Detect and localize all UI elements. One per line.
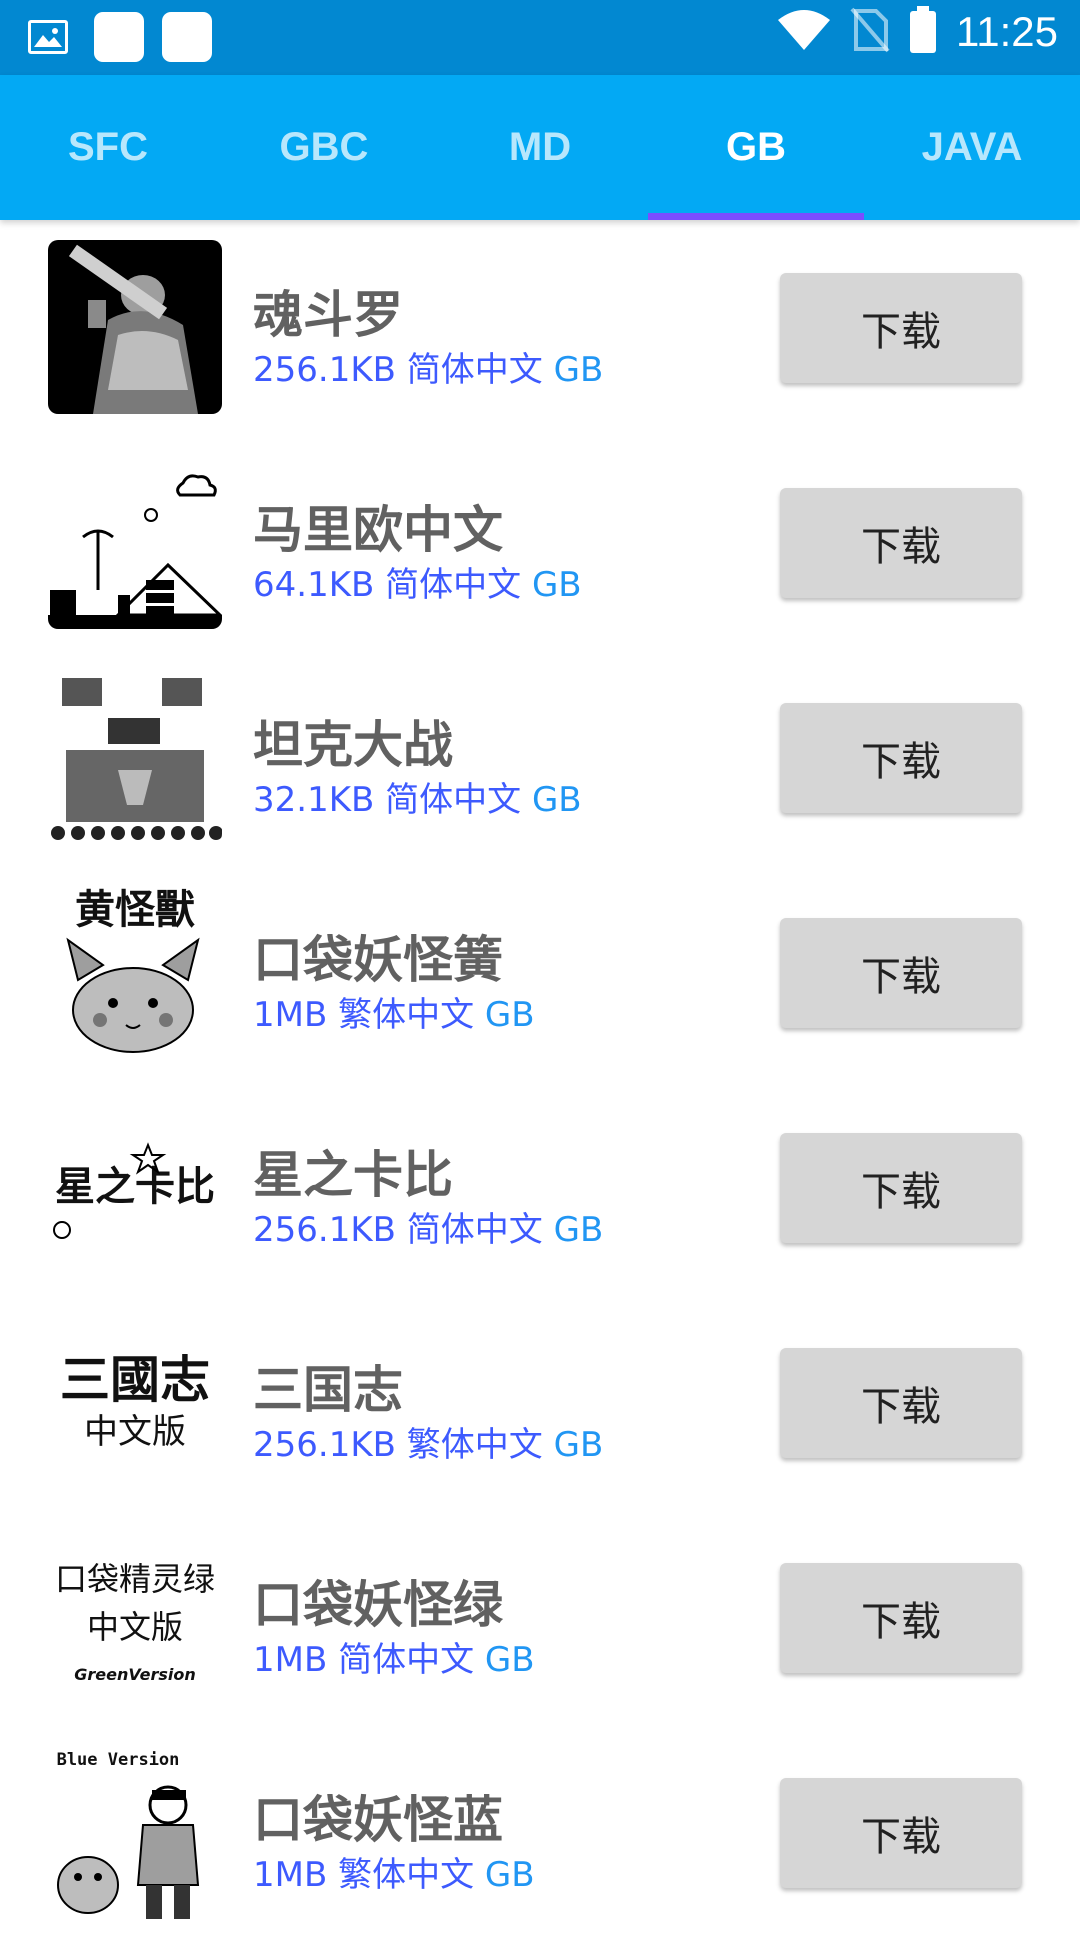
- download-button[interactable]: 下载: [780, 273, 1022, 383]
- language: 简体中文: [385, 565, 522, 605]
- file-size: 1MB: [253, 1855, 328, 1895]
- no-sim-icon: [850, 7, 890, 57]
- game-thumbnail: Blue Version: [48, 1745, 222, 1919]
- file-size: 256.1KB: [253, 350, 396, 390]
- game-title: 星之卡比: [253, 1146, 453, 1204]
- status-bar: 11:25: [0, 0, 1080, 75]
- game-thumbnail: 口袋精灵绿 中文版 GreenVersion: [48, 1530, 222, 1704]
- wifi-icon: [776, 8, 832, 56]
- language: 简体中文: [406, 350, 543, 390]
- language: 简体中文: [385, 780, 522, 820]
- list-item[interactable]: 马里欧中文 64.1KB 简体中文 GB 下载: [0, 435, 1080, 650]
- download-button[interactable]: 下载: [780, 488, 1022, 598]
- file-size: 256.1KB: [253, 1210, 396, 1250]
- file-size: 1MB: [253, 1640, 328, 1680]
- thumbnail-text: 口袋精灵绿: [55, 1560, 215, 1598]
- game-thumbnail: [48, 455, 222, 629]
- list-item[interactable]: 星之卡比 星之卡比 256.1KB 简体中文 GB 下载: [0, 1080, 1080, 1295]
- thumbnail-text: 黄怪獸: [75, 887, 195, 933]
- game-meta: 64.1KB 简体中文 GB: [253, 557, 582, 606]
- tab-gbc[interactable]: GBC: [216, 75, 432, 220]
- tab-java[interactable]: JAVA: [864, 75, 1080, 220]
- list-item[interactable]: 口袋精灵绿 中文版 GreenVersion 口袋妖怪绿 1MB 简体中文 GB…: [0, 1510, 1080, 1725]
- game-thumbnail: [48, 240, 222, 414]
- file-size: 32.1KB: [253, 780, 375, 820]
- game-meta: 256.1KB 简体中文 GB: [253, 342, 603, 391]
- game-meta: 256.1KB 简体中文 GB: [253, 1202, 603, 1251]
- list-item[interactable]: 黄怪獸 口袋妖怪簧 1MB 繁体中文 GB 下载: [0, 865, 1080, 1080]
- category-tab-bar: SFC GBC MD GB JAVA: [0, 75, 1080, 220]
- list-item[interactable]: 魂斗罗 256.1KB 简体中文 GB 下载: [0, 220, 1080, 435]
- active-tab-indicator: [648, 213, 864, 220]
- file-size: 256.1KB: [253, 1425, 396, 1465]
- game-title: 魂斗罗: [253, 286, 403, 344]
- tab-gb[interactable]: GB: [648, 75, 864, 220]
- tab-sfc[interactable]: SFC: [0, 75, 216, 220]
- game-title: 马里欧中文: [253, 501, 503, 559]
- file-size: 1MB: [253, 995, 328, 1035]
- list-item[interactable]: 坦克大战 32.1KB 简体中文 GB 下载: [0, 650, 1080, 865]
- download-button[interactable]: 下载: [780, 1563, 1022, 1673]
- battery-icon: [908, 6, 938, 58]
- thumbnail-subtext-2: GreenVersion: [74, 1665, 195, 1684]
- language: 繁体中文: [406, 1425, 543, 1465]
- platform: GB: [531, 780, 582, 820]
- image-icon: [28, 20, 68, 54]
- download-button[interactable]: 下载: [780, 1348, 1022, 1458]
- game-thumbnail: [48, 670, 222, 844]
- platform: GB: [531, 565, 582, 605]
- download-button[interactable]: 下载: [780, 1778, 1022, 1888]
- notification-icon: [162, 12, 212, 62]
- game-title: 三国志: [253, 1361, 403, 1419]
- clock: 11:25: [956, 8, 1058, 55]
- game-thumbnail: 三國志 中文版: [48, 1315, 222, 1489]
- game-title: 口袋妖怪绿: [253, 1576, 503, 1634]
- game-title: 口袋妖怪簧: [253, 931, 503, 989]
- platform: GB: [484, 1640, 535, 1680]
- language: 繁体中文: [338, 995, 475, 1035]
- game-title: 坦克大战: [253, 716, 453, 774]
- game-thumbnail: 黄怪獸: [48, 885, 222, 1059]
- game-meta: 1MB 简体中文 GB: [253, 1632, 535, 1681]
- download-button[interactable]: 下载: [780, 918, 1022, 1028]
- game-meta: 1MB 繁体中文 GB: [253, 987, 535, 1036]
- list-item[interactable]: Blue Version 口袋妖怪蓝 1MB 繁体中文 GB 下载: [0, 1725, 1080, 1940]
- notification-icon: [94, 12, 144, 62]
- thumbnail-subtext: 中文版: [87, 1608, 183, 1646]
- download-button[interactable]: 下载: [780, 1133, 1022, 1243]
- platform: GB: [553, 1210, 604, 1250]
- game-meta: 32.1KB 简体中文 GB: [253, 772, 582, 821]
- thumbnail-text: Blue Version: [57, 1750, 180, 1770]
- download-button[interactable]: 下载: [780, 703, 1022, 813]
- status-bar-right: 11:25: [776, 6, 1058, 58]
- platform: GB: [484, 995, 535, 1035]
- platform: GB: [553, 1425, 604, 1465]
- game-meta: 256.1KB 繁体中文 GB: [253, 1417, 603, 1466]
- game-meta: 1MB 繁体中文 GB: [253, 1847, 535, 1896]
- game-thumbnail: 星之卡比: [48, 1100, 222, 1274]
- language: 简体中文: [338, 1640, 475, 1680]
- thumbnail-subtext: 中文版: [84, 1412, 186, 1452]
- list-item[interactable]: 三國志 中文版 三国志 256.1KB 繁体中文 GB 下载: [0, 1295, 1080, 1510]
- game-title: 口袋妖怪蓝: [253, 1791, 503, 1849]
- language: 繁体中文: [338, 1855, 475, 1895]
- thumbnail-text: 三國志: [60, 1350, 210, 1409]
- status-bar-left: [28, 12, 212, 62]
- language: 简体中文: [406, 1210, 543, 1250]
- file-size: 64.1KB: [253, 565, 375, 605]
- platform: GB: [553, 350, 604, 390]
- platform: GB: [484, 1855, 535, 1895]
- thumbnail-text: 星之卡比: [55, 1164, 215, 1210]
- tab-md[interactable]: MD: [432, 75, 648, 220]
